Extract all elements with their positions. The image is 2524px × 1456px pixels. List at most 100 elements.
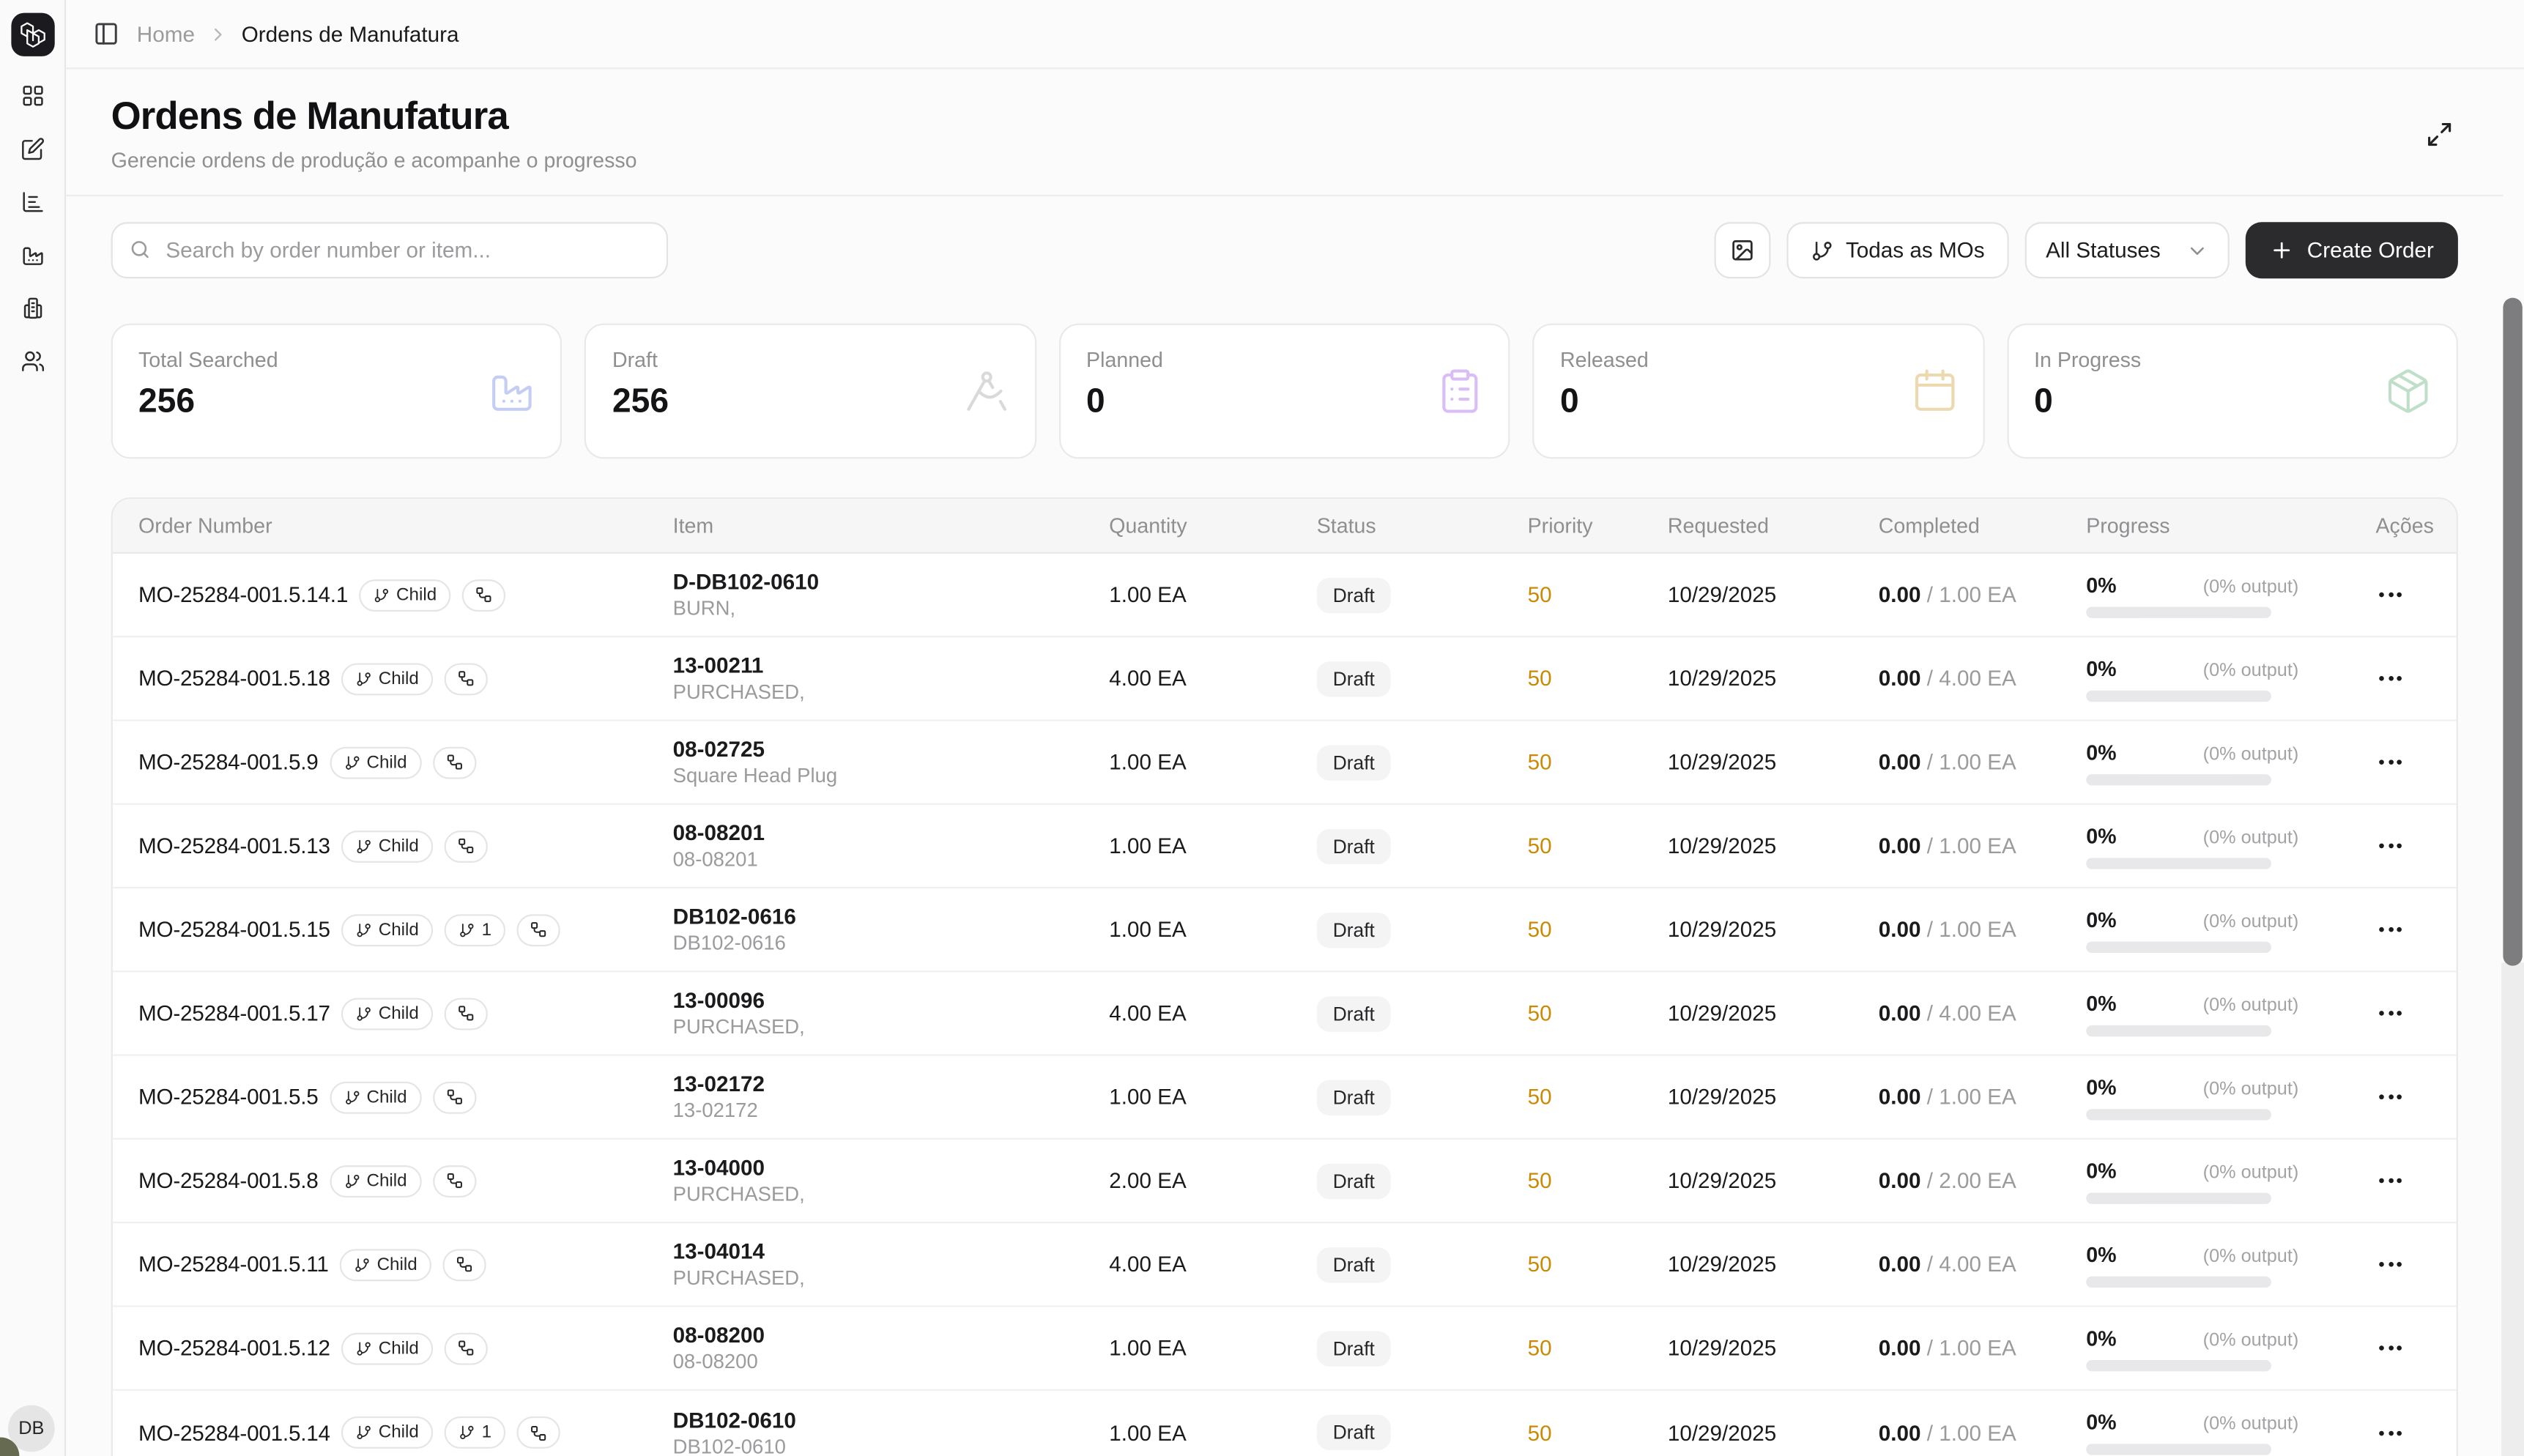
edit-note-icon[interactable] — [20, 137, 44, 161]
child-badge: Child — [341, 1416, 433, 1449]
link-badge[interactable] — [445, 997, 488, 1029]
order-number: MO-25284-001.5.8 — [138, 1169, 319, 1193]
child-badge-label: Child — [396, 585, 437, 604]
git-branch-icon — [344, 1089, 360, 1105]
link-badge[interactable] — [433, 1081, 476, 1113]
order-number: MO-25284-001.5.12 — [138, 1336, 330, 1360]
app-logo-button[interactable] — [10, 13, 53, 56]
item-desc: 13-02172 — [673, 1099, 1083, 1122]
row-actions-button[interactable] — [2375, 586, 2402, 603]
printer-icon[interactable] — [20, 296, 44, 320]
stat-card: Planned 0 — [1059, 324, 1510, 459]
col-progress: Progress — [2060, 513, 2331, 538]
link-badge[interactable] — [445, 1332, 488, 1364]
table-row[interactable]: MO-25284-001.5.9 Child 08-02725 Square H… — [113, 721, 2457, 805]
col-actions: Ações — [2331, 513, 2456, 538]
users-icon[interactable] — [20, 349, 44, 374]
table-row[interactable]: MO-25284-001.5.5 Child 13-02172 13-02172… — [113, 1056, 2457, 1140]
progress-pct: 0% — [2086, 1326, 2116, 1350]
package-icon — [2384, 367, 2432, 415]
dashboard-grid-icon[interactable] — [20, 83, 44, 108]
item-code: 13-02172 — [673, 1072, 1083, 1096]
progress-pct: 0% — [2086, 907, 2116, 931]
table-row[interactable]: MO-25284-001.5.17 Child 13-00096 PURCHAS… — [113, 972, 2457, 1055]
link-badge[interactable] — [462, 579, 505, 611]
link-icon — [445, 754, 463, 771]
table-row[interactable]: MO-25284-001.5.11 Child 13-04014 PURCHAS… — [113, 1223, 2457, 1307]
item-code: 08-08200 — [673, 1323, 1083, 1348]
table-row[interactable]: MO-25284-001.5.15 Child 1 DB102-0616 DB1… — [113, 888, 2457, 972]
table-header-row: Order Number Item Quantity Status Priori… — [113, 499, 2457, 554]
child-badge-label: Child — [379, 1338, 419, 1357]
priority: 50 — [1502, 1169, 1641, 1193]
scrollbar-track[interactable] — [2501, 962, 2524, 1456]
link-badge[interactable] — [433, 746, 476, 779]
scrollbar-thumb[interactable] — [2503, 298, 2522, 966]
order-number: MO-25284-001.5.15 — [138, 918, 330, 942]
breadcrumb-home-link[interactable]: Home — [137, 22, 195, 46]
create-order-button[interactable]: Create Order — [2246, 222, 2458, 278]
table-row[interactable]: MO-25284-001.5.13 Child 08-08201 08-0820… — [113, 805, 2457, 888]
requested-date: 10/29/2025 — [1642, 750, 1853, 774]
mos-filter-button[interactable]: Todas as MOs — [1786, 222, 2009, 278]
link-badge[interactable] — [445, 662, 488, 694]
stat-label: In Progress — [2034, 348, 2431, 372]
table-row[interactable]: MO-25284-001.5.14.1 Child D-DB102-0610 B… — [113, 554, 2457, 637]
completed-qty: 0.00 — [1879, 1085, 1921, 1109]
table-row[interactable]: MO-25284-001.5.14 Child 1 DB102-0610 DB1… — [113, 1391, 2457, 1456]
link-badge[interactable] — [517, 913, 560, 946]
status-badge: Draft — [1317, 1163, 1391, 1198]
git-branch-icon — [459, 1425, 475, 1441]
progress-pct: 0% — [2086, 1158, 2116, 1182]
row-actions-button[interactable] — [2375, 1088, 2402, 1106]
row-actions-button[interactable] — [2375, 1339, 2402, 1356]
view-toggle-button[interactable] — [1714, 222, 1770, 278]
item-code: DB102-0616 — [673, 905, 1083, 929]
count-badge-label: 1 — [482, 1423, 491, 1442]
chevron-right-icon — [208, 23, 229, 45]
item-desc: 08-08200 — [673, 1351, 1083, 1373]
factory-icon[interactable] — [20, 243, 44, 267]
expand-icon[interactable] — [2426, 121, 2453, 148]
progress-output: (0% output) — [2203, 1415, 2299, 1434]
child-badge: Child — [330, 1165, 421, 1197]
item-code: 13-04014 — [673, 1239, 1083, 1263]
orders-table: Order Number Item Quantity Status Priori… — [111, 497, 2458, 1456]
row-actions-button[interactable] — [2375, 837, 2402, 855]
row-actions-button[interactable] — [2375, 1424, 2402, 1441]
row-actions-button[interactable] — [2375, 1255, 2402, 1273]
link-badge[interactable] — [443, 1248, 486, 1280]
requested-date: 10/29/2025 — [1642, 1001, 1853, 1025]
git-branch-icon — [356, 1425, 372, 1441]
row-actions-button[interactable] — [2375, 1004, 2402, 1022]
row-actions-button[interactable] — [2375, 754, 2402, 771]
git-branch-icon — [459, 921, 475, 937]
child-badge: Child — [341, 1332, 433, 1364]
status-badge: Draft — [1317, 1415, 1391, 1450]
link-badge[interactable] — [433, 1165, 476, 1197]
search-input[interactable] — [111, 222, 668, 278]
progress-bar — [2086, 773, 2271, 784]
child-badge-label: Child — [379, 669, 419, 688]
link-badge[interactable] — [445, 830, 488, 862]
row-actions-button[interactable] — [2375, 921, 2402, 938]
row-actions-button[interactable] — [2375, 669, 2402, 687]
table-row[interactable]: MO-25284-001.5.12 Child 08-08200 08-0820… — [113, 1307, 2457, 1391]
gantt-chart-icon[interactable] — [20, 190, 44, 214]
progress-bar — [2086, 1192, 2271, 1203]
row-actions-button[interactable] — [2375, 1172, 2402, 1189]
link-badge[interactable] — [517, 1416, 560, 1449]
quantity: 1.00 EA — [1083, 750, 1291, 774]
child-badge-label: Child — [366, 1171, 407, 1190]
git-branch-icon — [356, 921, 372, 937]
table-row[interactable]: MO-25284-001.5.18 Child 13-00211 PURCHAS… — [113, 637, 2457, 721]
table-row[interactable]: MO-25284-001.5.8 Child 13-04000 PURCHASE… — [113, 1140, 2457, 1223]
panel-toggle-icon[interactable] — [93, 21, 119, 47]
status-filter-select[interactable]: All Statuses — [2025, 222, 2230, 278]
git-branch-icon — [356, 838, 372, 854]
order-number: MO-25284-001.5.14.1 — [138, 583, 348, 607]
child-badge: Child — [341, 662, 433, 694]
progress-output: (0% output) — [2203, 1163, 2299, 1182]
completed-qty: 0.00 — [1879, 666, 1921, 691]
stat-value: 0 — [2034, 383, 2431, 422]
